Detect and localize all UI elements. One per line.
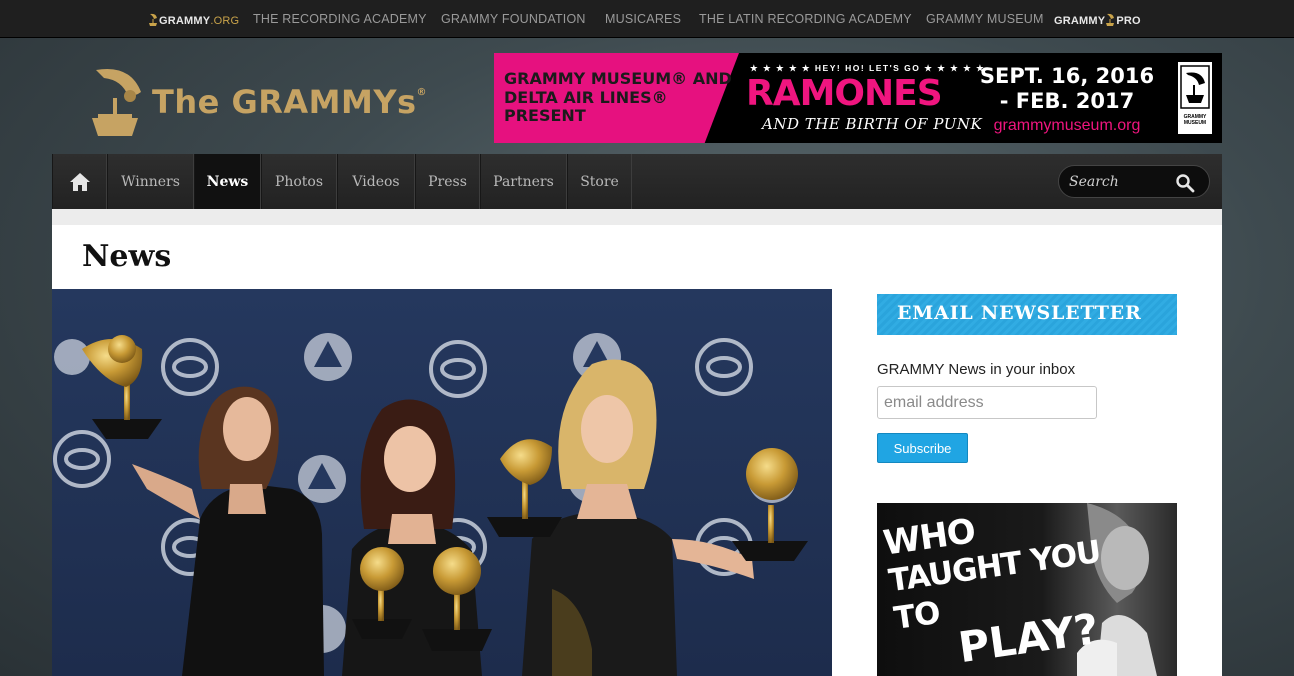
grammy-org-suffix: .org (210, 15, 240, 27)
musicares-link[interactable]: MUSICARES (605, 12, 681, 26)
banner-headline: RAMONES (746, 73, 943, 114)
ramones-banner-ad[interactable]: GRAMMY MUSEUM® AND DELTA AIR LINES® PRES… (494, 53, 1222, 143)
gramophone-icon (1180, 65, 1210, 109)
network-bar: GRAMMY.org THE RECORDING ACADEMY GRAMMY … (0, 0, 1294, 38)
gramophone-icon (92, 68, 141, 136)
search-box (1058, 165, 1210, 198)
gramophone-icon (149, 13, 157, 26)
home-button[interactable] (52, 154, 107, 209)
grammy-pro-link[interactable]: GRAMMY PRO (1054, 13, 1141, 27)
banner-dates-line2: - FEB. 2017 (999, 89, 1135, 113)
grammy-org-link[interactable]: GRAMMY.org (148, 13, 239, 27)
email-field[interactable] (877, 386, 1097, 419)
nav-item-press[interactable]: Press (415, 154, 480, 209)
nav-item-news[interactable]: News (194, 154, 261, 209)
site-logo[interactable]: The GRAMMYs® (86, 66, 436, 138)
nav-item-videos[interactable]: Videos (337, 154, 415, 209)
music-education-ad[interactable]: WHO TAUGHT YOU TO PLAY? (877, 503, 1177, 676)
grammy-museum-logo-text: GRAMMY MUSEUM (1183, 114, 1207, 126)
registered-mark: ® (416, 87, 428, 98)
grammy-pro-main: GRAMMY (1054, 15, 1106, 27)
content-stripe (52, 209, 1222, 225)
latin-recording-academy-link[interactable]: THE LATIN RECORDING ACADEMY (699, 12, 912, 26)
page-title: News (82, 239, 172, 274)
grammy-org-main: GRAMMY (159, 15, 211, 27)
subscribe-button[interactable]: Subscribe (877, 433, 968, 463)
grammy-foundation-link[interactable]: GRAMMY FOUNDATION (441, 12, 586, 26)
featured-news-photo[interactable] (52, 289, 832, 676)
main-nav: Winners News Photos Videos Press Partner… (52, 154, 1222, 209)
banner-url: grammymuseum.org (993, 117, 1141, 134)
nav-item-photos[interactable]: Photos (261, 154, 337, 209)
search-input[interactable] (1069, 173, 1179, 191)
newsletter-heading: EMAIL NEWSLETTER (877, 294, 1177, 335)
nav-item-partners[interactable]: Partners (480, 154, 567, 209)
recording-academy-link[interactable]: THE RECORDING ACADEMY (253, 12, 427, 26)
content-panel: News EMAIL NEWSLETTER GRAMMY News in you… (52, 209, 1222, 676)
banner-presenters: GRAMMY MUSEUM® AND DELTA AIR LINES® PRES… (504, 69, 732, 125)
grammy-pro-suffix: PRO (1116, 15, 1141, 27)
grammy-museum-link[interactable]: GRAMMY MUSEUM (926, 12, 1044, 26)
banner-dates: SEPT. 16, 2016 - FEB. 2017 (972, 64, 1162, 114)
featured-photo-image (52, 289, 832, 676)
site-logo-text: The GRAMMYs® (152, 83, 427, 121)
newsletter-description: GRAMMY News in your inbox (877, 361, 1076, 378)
gramophone-icon (1106, 13, 1115, 26)
home-icon (69, 172, 90, 191)
banner-subline: AND THE BIRTH OF PUNK (762, 115, 983, 133)
search-icon[interactable] (1175, 173, 1195, 193)
nav-item-winners[interactable]: Winners (107, 154, 194, 209)
banner-dates-line1: SEPT. 16, 2016 (979, 64, 1155, 88)
nav-item-store[interactable]: Store (567, 154, 632, 209)
site-logo-name: The GRAMMYs (152, 83, 417, 121)
ad-headline: WHO TAUGHT YOU TO PLAY? (881, 503, 1120, 676)
grammy-museum-logo: GRAMMY MUSEUM (1178, 62, 1212, 134)
